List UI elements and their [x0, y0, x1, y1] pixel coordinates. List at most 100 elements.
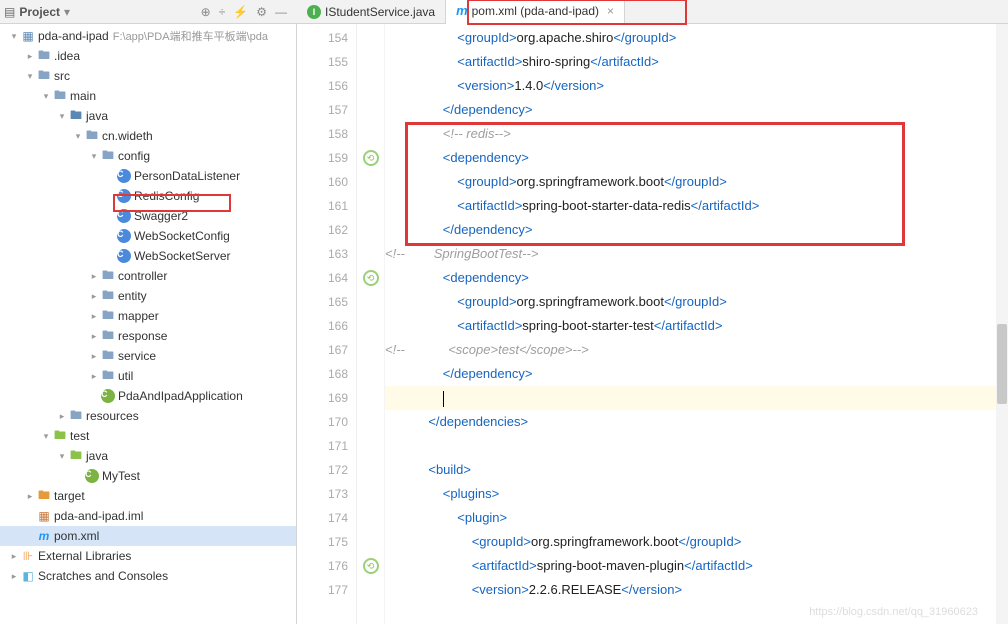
- gutter-marker[interactable]: [357, 386, 384, 410]
- tree-item-pda-and-ipad-iml[interactable]: ▦pda-and-ipad.iml: [0, 506, 296, 526]
- code-line[interactable]: [385, 434, 1008, 458]
- run-icon[interactable]: ⟲: [363, 558, 379, 574]
- arrow-icon[interactable]: ▾: [8, 31, 20, 42]
- tree-item-websocketconfig[interactable]: CWebSocketConfig: [0, 226, 296, 246]
- scrollbar-thumb[interactable]: [997, 324, 1007, 404]
- gutter-marker[interactable]: [357, 338, 384, 362]
- tree-item-mapper[interactable]: ▸🖿mapper: [0, 306, 296, 326]
- gutter-marker[interactable]: ⟲: [357, 554, 384, 578]
- code-line[interactable]: <version>2.2.6.RELEASE</version>: [385, 578, 1008, 602]
- tree-item-mytest[interactable]: CMyTest: [0, 466, 296, 486]
- code-line[interactable]: <groupId>org.springframework.boot</group…: [385, 530, 1008, 554]
- tree-item-pdaandipadapplication[interactable]: CPdaAndIpadApplication: [0, 386, 296, 406]
- arrow-icon[interactable]: ▸: [24, 51, 36, 62]
- tree-item--idea[interactable]: ▸🖿.idea: [0, 46, 296, 66]
- arrow-icon[interactable]: ▾: [72, 131, 84, 142]
- tree-item-config[interactable]: ▾🖿config: [0, 146, 296, 166]
- code-line[interactable]: [385, 386, 1008, 410]
- code-line[interactable]: <dependency>: [385, 146, 1008, 170]
- gutter-marker[interactable]: [357, 74, 384, 98]
- gutter-marker[interactable]: [357, 578, 384, 602]
- arrow-icon[interactable]: ▾: [56, 451, 68, 462]
- gutter-marker[interactable]: [357, 290, 384, 314]
- code-line[interactable]: <!-- SpringBootTest-->: [385, 242, 1008, 266]
- project-tool-header[interactable]: ▤ Project ▾ ⊕ ÷ ⚡ ⚙ —: [0, 5, 297, 19]
- gutter-marker[interactable]: [357, 26, 384, 50]
- arrow-icon[interactable]: ▸: [88, 371, 100, 382]
- tool-locate-icon[interactable]: ⊕: [201, 5, 211, 19]
- arrow-icon[interactable]: ▾: [40, 91, 52, 102]
- arrow-icon[interactable]: ▸: [88, 331, 100, 342]
- gutter-marker[interactable]: [357, 242, 384, 266]
- gutter-marker[interactable]: ⟲: [357, 146, 384, 170]
- code-line[interactable]: </dependencies>: [385, 410, 1008, 434]
- tree-item-java[interactable]: ▾🖿java: [0, 106, 296, 126]
- arrow-icon[interactable]: ▸: [88, 271, 100, 282]
- gutter-marker[interactable]: [357, 410, 384, 434]
- tree-item-persondatalistener[interactable]: CPersonDataListener: [0, 166, 296, 186]
- code-line[interactable]: </dependency>: [385, 218, 1008, 242]
- gutter-marker[interactable]: [357, 314, 384, 338]
- gutter-marker[interactable]: [357, 362, 384, 386]
- arrow-icon[interactable]: ▸: [8, 571, 20, 582]
- gutter-marker[interactable]: [357, 506, 384, 530]
- code-line[interactable]: <groupId>org.springframework.boot</group…: [385, 170, 1008, 194]
- gutter-marker[interactable]: [357, 218, 384, 242]
- code-line[interactable]: <artifactId>shiro-spring</artifactId>: [385, 50, 1008, 74]
- arrow-icon[interactable]: ▸: [88, 291, 100, 302]
- tree-item-util[interactable]: ▸🖿util: [0, 366, 296, 386]
- arrow-icon[interactable]: ▸: [88, 351, 100, 362]
- code-editor[interactable]: 1541551561571581591601611621631641651661…: [297, 24, 1008, 624]
- gutter-marker[interactable]: [357, 458, 384, 482]
- tree-item-swagger2[interactable]: CSwagger2: [0, 206, 296, 226]
- tree-item-response[interactable]: ▸🖿response: [0, 326, 296, 346]
- tree-item-redisconfig[interactable]: CRedisConfig: [0, 186, 296, 206]
- arrow-icon[interactable]: ▸: [8, 551, 20, 562]
- code-line[interactable]: <artifactId>spring-boot-starter-test</ar…: [385, 314, 1008, 338]
- code-line[interactable]: <dependency>: [385, 266, 1008, 290]
- code-line[interactable]: <build>: [385, 458, 1008, 482]
- code-line[interactable]: <!-- redis-->: [385, 122, 1008, 146]
- tool-expand-icon[interactable]: ÷: [219, 5, 226, 19]
- code-line[interactable]: </dependency>: [385, 362, 1008, 386]
- code-line[interactable]: <groupId>org.apache.shiro</groupId>: [385, 26, 1008, 50]
- tree-item-websocketserver[interactable]: CWebSocketServer: [0, 246, 296, 266]
- run-icon[interactable]: ⟲: [363, 150, 379, 166]
- arrow-icon[interactable]: ▾: [88, 151, 100, 162]
- tree-item-src[interactable]: ▾🖿src: [0, 66, 296, 86]
- arrow-icon[interactable]: ▸: [88, 311, 100, 322]
- tree-item-external-libraries[interactable]: ▸⊪External Libraries: [0, 546, 296, 566]
- gutter-marker[interactable]: [357, 50, 384, 74]
- tree-item-test[interactable]: ▾🖿test: [0, 426, 296, 446]
- tree-item-java[interactable]: ▾🖿java: [0, 446, 296, 466]
- run-icon[interactable]: ⟲: [363, 270, 379, 286]
- code-content[interactable]: <groupId>org.apache.shiro</groupId> <art…: [385, 24, 1008, 624]
- gutter-marker[interactable]: [357, 122, 384, 146]
- project-tree[interactable]: ▾▦pda-and-ipad F:\app\PDA端和推车平板端\pda▸🖿.i…: [0, 24, 297, 624]
- code-line[interactable]: <groupId>org.springframework.boot</group…: [385, 290, 1008, 314]
- code-line[interactable]: <artifactId>spring-boot-maven-plugin</ar…: [385, 554, 1008, 578]
- tree-item-pda-and-ipad[interactable]: ▾▦pda-and-ipad F:\app\PDA端和推车平板端\pda: [0, 26, 296, 46]
- tool-settings-icon[interactable]: ⚙: [256, 5, 267, 19]
- dropdown-icon[interactable]: ▾: [64, 5, 70, 19]
- arrow-icon[interactable]: ▾: [56, 111, 68, 122]
- tool-collapse-icon[interactable]: ⚡: [233, 5, 248, 19]
- arrow-icon[interactable]: ▾: [40, 431, 52, 442]
- gutter-marker[interactable]: [357, 530, 384, 554]
- tree-item-pom-xml[interactable]: mpom.xml: [0, 526, 296, 546]
- arrow-icon[interactable]: ▾: [24, 71, 36, 82]
- vertical-scrollbar[interactable]: [996, 24, 1008, 624]
- gutter-marker[interactable]: [357, 434, 384, 458]
- tree-item-resources[interactable]: ▸🖿resources: [0, 406, 296, 426]
- gutter-marker[interactable]: ⟲: [357, 266, 384, 290]
- code-line[interactable]: <!-- <scope>test</scope>-->: [385, 338, 1008, 362]
- arrow-icon[interactable]: ▸: [24, 491, 36, 502]
- tree-item-entity[interactable]: ▸🖿entity: [0, 286, 296, 306]
- tree-item-controller[interactable]: ▸🖿controller: [0, 266, 296, 286]
- tree-item-main[interactable]: ▾🖿main: [0, 86, 296, 106]
- tree-item-scratches-and-consoles[interactable]: ▸◧Scratches and Consoles: [0, 566, 296, 586]
- gutter-marker[interactable]: [357, 482, 384, 506]
- code-line[interactable]: </dependency>: [385, 98, 1008, 122]
- gutter-marker[interactable]: [357, 170, 384, 194]
- code-line[interactable]: <plugin>: [385, 506, 1008, 530]
